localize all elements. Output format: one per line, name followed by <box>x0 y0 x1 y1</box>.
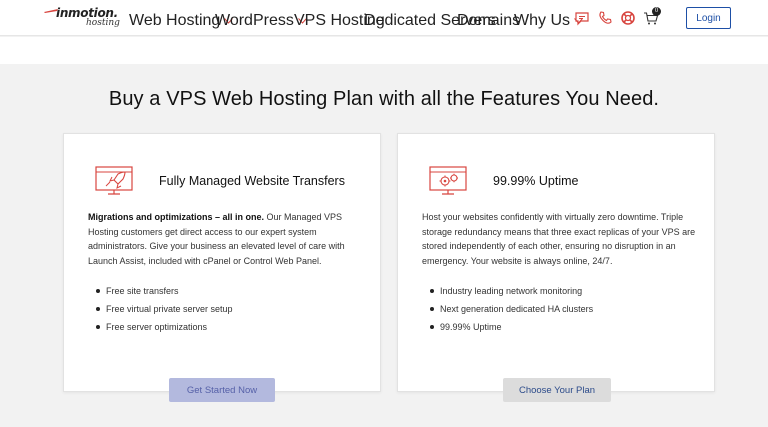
feature-list: Free site transfers Free virtual private… <box>94 284 364 338</box>
list-item: 99.99% Uptime <box>428 320 698 338</box>
brand-logo[interactable]: inmotion. hosting <box>44 6 120 30</box>
get-started-button[interactable]: Get Started Now <box>169 378 275 402</box>
nav-label: Web Hosting <box>129 12 221 29</box>
cart-icon[interactable]: 0 <box>643 7 661 26</box>
nav-label: Domains <box>457 12 521 29</box>
card-title: 99.99% Uptime <box>493 174 579 188</box>
list-item: Free site transfers <box>94 284 364 302</box>
card-description: Host your websites confidently with virt… <box>422 210 698 268</box>
rocket-monitor-icon <box>94 164 136 198</box>
nav-item-domains[interactable]: Domains <box>457 12 520 30</box>
card-description-body: Host your websites confidently with virt… <box>422 212 696 266</box>
page-heading: Buy a VPS Web Hosting Plan with all the … <box>108 88 660 110</box>
list-item: Next generation dedicated HA clusters <box>428 302 698 320</box>
nav-item-why-us[interactable]: Why Us <box>514 12 583 30</box>
feature-list: Industry leading network monitoring Next… <box>428 284 698 338</box>
list-item: Free virtual private server setup <box>94 302 364 320</box>
header-spacer-band <box>0 37 768 64</box>
cart-count-badge: 0 <box>652 7 661 16</box>
nav-label: WordPress <box>215 12 294 29</box>
list-item: Free server optimizations <box>94 320 364 338</box>
nav-label: Why Us <box>514 12 570 29</box>
feature-card-managed-transfers: Fully Managed Website Transfers Migratio… <box>63 133 381 392</box>
site-header: inmotion. hosting Web Hosting WordPress … <box>0 0 768 36</box>
list-item: Industry leading network monitoring <box>428 284 698 302</box>
login-button[interactable]: Login <box>686 7 731 29</box>
card-description: Migrations and optimizations – all in on… <box>88 210 364 268</box>
card-description-lead: Migrations and optimizations – all in on… <box>88 212 265 222</box>
feature-card-uptime: 99.99% Uptime Host your websites confide… <box>397 133 715 392</box>
chat-icon[interactable] <box>574 10 590 26</box>
gears-monitor-icon <box>428 164 470 198</box>
choose-plan-button[interactable]: Choose Your Plan <box>503 378 611 402</box>
phone-icon[interactable] <box>597 10 613 26</box>
logo-text-bottom: hosting <box>86 18 120 28</box>
card-title: Fully Managed Website Transfers <box>159 174 345 188</box>
support-lifebuoy-icon[interactable] <box>620 10 636 26</box>
